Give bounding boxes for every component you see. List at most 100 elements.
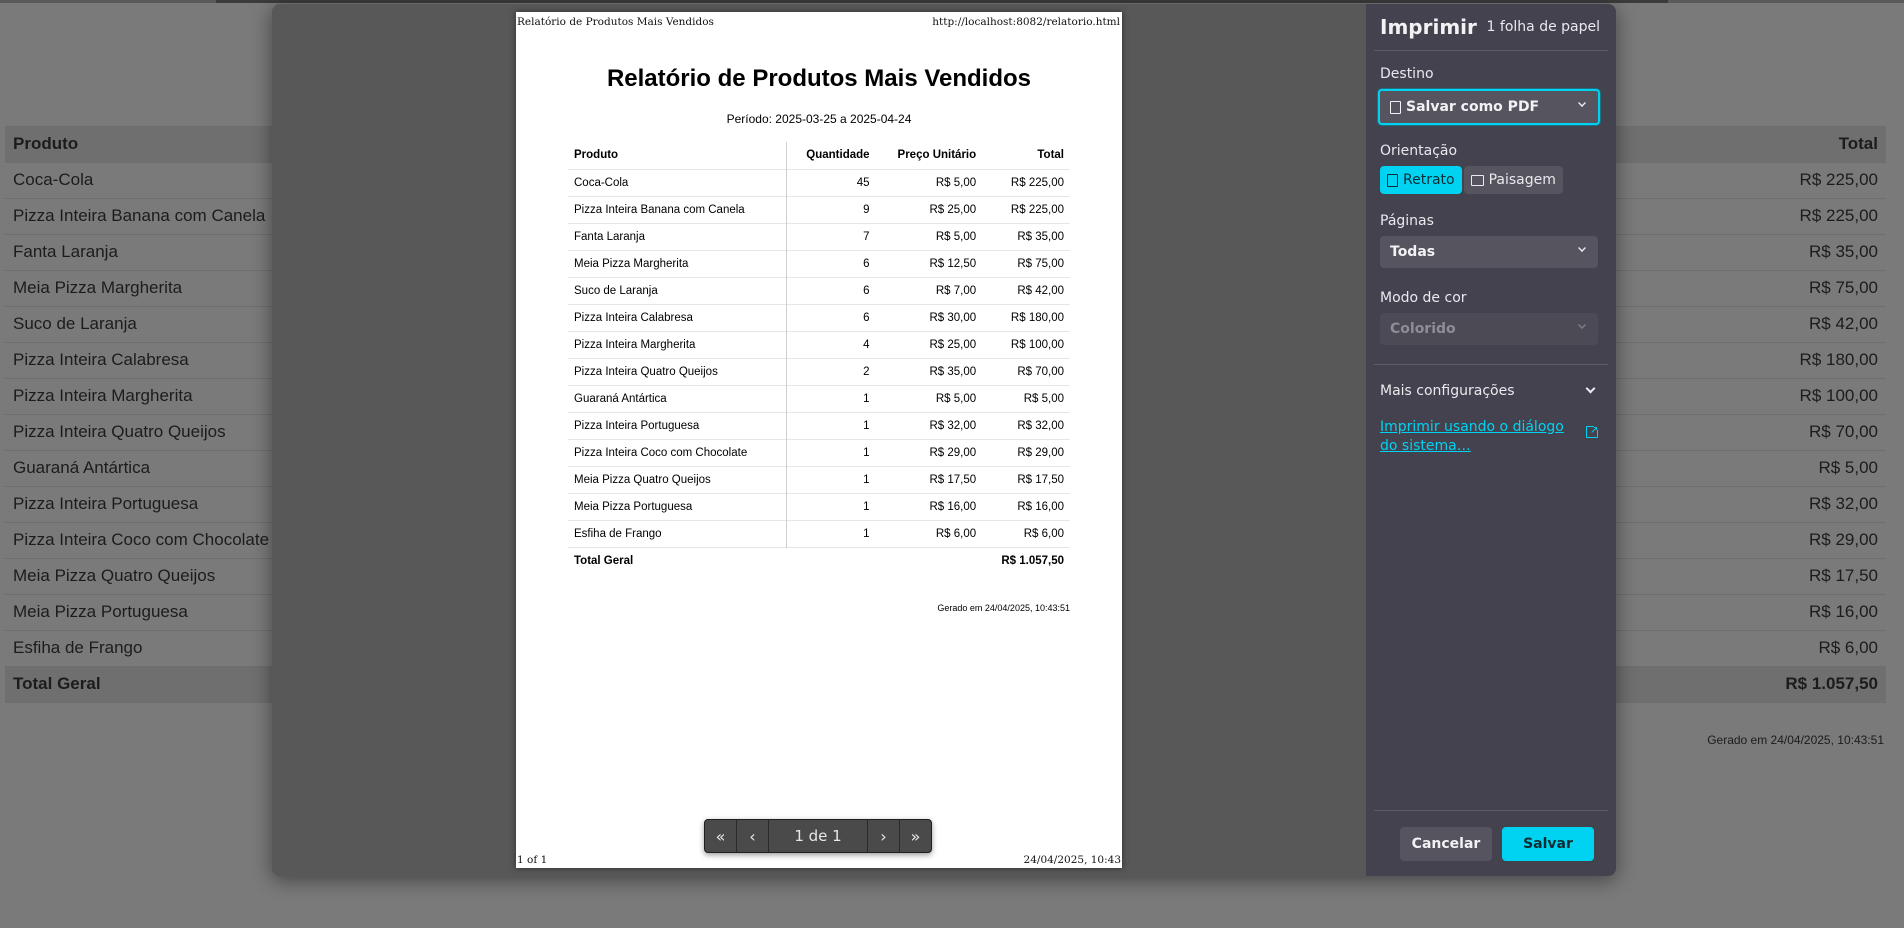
report-cell-preco-unitario: R$ 5,00: [875, 222, 983, 250]
report-cell-quantidade: 1: [786, 519, 876, 547]
orientation-label: Orientação: [1380, 143, 1458, 159]
next-page-button[interactable]: ›: [867, 820, 899, 852]
report-cell-produto: Pizza Inteira Portuguesa: [568, 411, 787, 439]
report-cell-total: R$ 16,00: [982, 492, 1070, 520]
report-total-spacer: [875, 546, 983, 574]
header-divider: [1374, 50, 1608, 51]
report-col-quantidade: Quantidade: [806, 149, 870, 162]
orientation-portrait-button[interactable]: Retrato: [1380, 166, 1462, 194]
report-table-row: Pizza Inteira Coco com Chocolate 1 R$ 29,0…: [568, 438, 1070, 466]
report-cell-quantidade: 6: [786, 303, 876, 331]
report-table-row: Esfiha de Frango 1 R$ 6,00 R$ 6,00: [568, 519, 1070, 547]
report-cell-total: R$ 42,00: [982, 276, 1070, 304]
print-title: Imprimir: [1380, 15, 1477, 39]
portrait-label: Retrato: [1403, 172, 1455, 188]
report-cell-quantidade: 9: [786, 195, 876, 223]
report-cell-quantidade: 6: [786, 276, 876, 304]
report-cell-quantidade: 1: [786, 384, 876, 412]
report-cell-produto: Pizza Inteira Coco com Chocolate: [568, 438, 787, 466]
report-cell-preco-unitario: R$ 25,00: [875, 195, 983, 223]
pages-select[interactable]: Todas: [1380, 236, 1598, 268]
report-cell-preco-unitario: R$ 5,00: [875, 168, 983, 196]
top-bar-highlight: [216, 0, 1668, 3]
more-settings-label: Mais configurações: [1380, 383, 1515, 399]
report-cell-produto: Meia Pizza Margherita: [568, 249, 787, 277]
more-settings-toggle[interactable]: Mais configurações: [1380, 383, 1598, 399]
save-button[interactable]: Salvar: [1502, 827, 1594, 861]
report-cell-quantidade: 1: [786, 492, 876, 520]
report-cell-total: R$ 35,00: [982, 222, 1070, 250]
pages-value: Todas: [1390, 244, 1436, 260]
landscape-label: Paisagem: [1488, 172, 1556, 188]
print-dialog: Relatório de Produtos Mais Vendidos http…: [272, 4, 1616, 876]
report-table-row: Meia Pizza Margherita 6 R$ 12,50 R$ 75,00: [568, 249, 1070, 277]
report-cell-total: R$ 180,00: [982, 303, 1070, 331]
report-cell-preco-unitario: R$ 29,00: [875, 438, 983, 466]
report-total-label: Total Geral: [568, 546, 787, 574]
report-table-row: Pizza Inteira Banana com Canela 9 R$ 25,00…: [568, 195, 1070, 223]
destination-select[interactable]: Salvar como PDF: [1378, 89, 1600, 125]
report-cell-preco-unitario: R$ 35,00: [875, 357, 983, 385]
report-cell-quantidade: 1: [786, 438, 876, 466]
report-cell-total: R$ 32,00: [982, 411, 1070, 439]
footer-divider: [1374, 810, 1608, 811]
destination-value: Salvar como PDF: [1406, 99, 1540, 115]
report-cell-produto: Pizza Inteira Banana com Canela: [568, 195, 787, 223]
color-mode-select[interactable]: Colorido: [1380, 313, 1598, 345]
report-cell-total: R$ 225,00: [982, 168, 1070, 196]
report-cell-produto: Guaraná Antártica: [568, 384, 787, 412]
report-table-row: Pizza Inteira Calabresa 6 R$ 30,00 R$ 180,0…: [568, 303, 1070, 331]
page-footer-date: 24/04/2025, 10:43: [1023, 854, 1121, 866]
report-cell-total: R$ 225,00: [982, 195, 1070, 223]
report-table-row: Fanta Laranja 7 R$ 5,00 R$ 35,00: [568, 222, 1070, 250]
first-page-button[interactable]: «: [705, 820, 737, 852]
report-cell-total: R$ 29,00: [982, 438, 1070, 466]
report-generated-text: Gerado em 24/04/2025, 10:43:51: [937, 603, 1070, 613]
report-cell-produto: Meia Pizza Portuguesa: [568, 492, 787, 520]
report-cell-produto: Suco de Laranja: [568, 276, 787, 304]
page-navigation-toolbar: « ‹ 1 de 1 › »: [704, 819, 932, 853]
color-mode-label: Modo de cor: [1380, 290, 1467, 306]
print-preview-area: Relatório de Produtos Mais Vendidos http…: [272, 4, 1366, 876]
color-mode-value: Colorido: [1390, 321, 1456, 337]
report-cell-preco-unitario: R$ 7,00: [875, 276, 983, 304]
settings-divider: [1374, 364, 1608, 365]
report-cell-produto: Coca-Cola: [568, 168, 787, 196]
report-cell-quantidade: 7: [786, 222, 876, 250]
orientation-toggle: Retrato Paisagem: [1380, 166, 1565, 194]
report-table-row: Coca-Cola 45 R$ 5,00 R$ 225,00: [568, 168, 1070, 196]
report-cell-total: R$ 70,00: [982, 357, 1070, 385]
report-cell-produto: Pizza Inteira Margherita: [568, 330, 787, 358]
report-cell-preco-unitario: R$ 5,00: [875, 384, 983, 412]
report-cell-quantidade: 6: [786, 249, 876, 277]
report-cell-total: R$ 6,00: [982, 519, 1070, 547]
chevron-down-icon: [1578, 99, 1586, 107]
report-period: Período: 2025-03-25 a 2025-04-24: [726, 112, 912, 126]
report-table-row: Meia Pizza Portuguesa 1 R$ 16,00 R$ 16,00: [568, 492, 1070, 520]
system-dialog-link[interactable]: Imprimir usando o diálogo do sistema…: [1380, 418, 1580, 456]
chevron-down-icon: [1578, 321, 1586, 329]
report-title: Relatório de Produtos Mais Vendidos: [606, 65, 1032, 92]
previous-page-button[interactable]: ‹: [737, 820, 769, 852]
document-icon: [1390, 100, 1401, 114]
report-col-produto: Produto: [568, 142, 787, 169]
last-page-button[interactable]: »: [899, 820, 931, 852]
report-cell-total: R$ 100,00: [982, 330, 1070, 358]
report-cell-preco-unitario: R$ 16,00: [875, 492, 983, 520]
report-total-row: Total Geral R$ 1.057,50: [568, 546, 1070, 574]
report-cell-total: R$ 5,00: [982, 384, 1070, 412]
print-settings-panel: Imprimir 1 folha de papel Destino Salvar…: [1366, 4, 1616, 876]
preview-page: Relatório de Produtos Mais Vendidos http…: [516, 12, 1122, 868]
report-table-row: Suco de Laranja 6 R$ 7,00 R$ 42,00: [568, 276, 1070, 304]
report-cell-quantidade: 2: [786, 357, 876, 385]
report-table-row: Pizza Inteira Margherita 4 R$ 25,00 R$ 100,…: [568, 330, 1070, 358]
report-total-value: R$ 1.057,50: [982, 546, 1070, 574]
report-cell-produto: Meia Pizza Quatro Queijos: [568, 465, 787, 493]
report-cell-preco-unitario: R$ 32,00: [875, 411, 983, 439]
report-cell-quantidade: 4: [786, 330, 876, 358]
pages-label: Páginas: [1380, 213, 1434, 229]
report-cell-quantidade: 1: [786, 465, 876, 493]
orientation-landscape-button[interactable]: Paisagem: [1463, 166, 1563, 194]
portrait-icon: [1387, 173, 1398, 187]
cancel-button[interactable]: Cancelar: [1400, 827, 1492, 861]
